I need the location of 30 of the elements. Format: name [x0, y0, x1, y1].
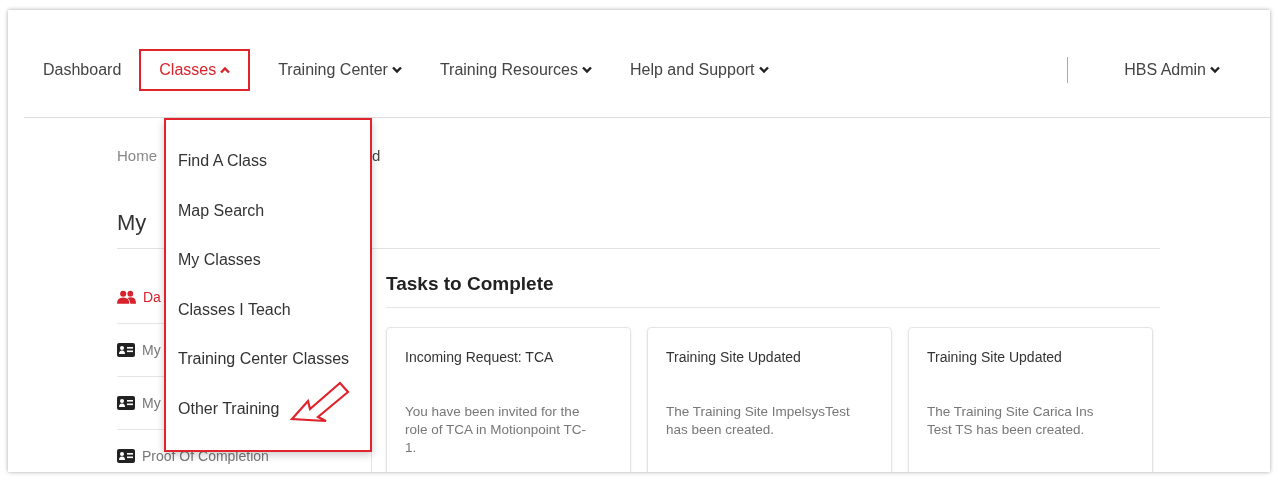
menu-item[interactable]: Other Training — [178, 399, 280, 417]
task-description: The Training Site Carica Ins Test TS has been created. — [927, 403, 1095, 439]
section-title: Tasks to Complete — [386, 272, 555, 295]
menu-item[interactable]: Find A Class — [178, 152, 267, 169]
breadcrumb-link[interactable]: d — [372, 147, 381, 177]
nav-link[interactable]: Dashboard — [41, 48, 124, 91]
people-icon — [117, 290, 136, 304]
nav-link[interactable]: Classes — [139, 48, 251, 91]
task-title: Training Site Updated — [666, 349, 802, 365]
nav-link[interactable]: Training Resources — [437, 48, 594, 91]
sidebar-item-label: My — [142, 395, 161, 411]
nav-link[interactable]: Help and Support — [628, 48, 771, 91]
menu-item[interactable]: Training Center Classes — [178, 350, 350, 368]
id-card-icon — [117, 449, 135, 463]
user-menu[interactable]: HBS Admin — [1122, 48, 1222, 91]
nav-link[interactable]: Training Center — [276, 48, 404, 91]
task-description: The Training Site ImpelsysTest has been created. — [666, 403, 851, 439]
page-heading: My — [117, 210, 147, 236]
task-title: Training Site Updated — [927, 349, 1063, 365]
menu-item[interactable]: My Classes — [178, 251, 261, 269]
sidebar-item-label: My — [142, 342, 161, 358]
menu-item[interactable]: Map Search — [178, 201, 265, 219]
menu-item[interactable]: Classes I Teach — [178, 300, 291, 318]
id-card-icon — [117, 396, 135, 410]
chevron-down-icon — [1210, 65, 1220, 74]
task-description: You have been invited for the role of TCA in Motionpoint TC-1. — [405, 403, 588, 457]
sidebar-item-label: Da — [143, 289, 161, 305]
breadcrumb-link[interactable]: Home — [117, 147, 157, 177]
task-title: Incoming Request: TCA — [405, 349, 555, 365]
id-card-icon — [117, 343, 135, 357]
